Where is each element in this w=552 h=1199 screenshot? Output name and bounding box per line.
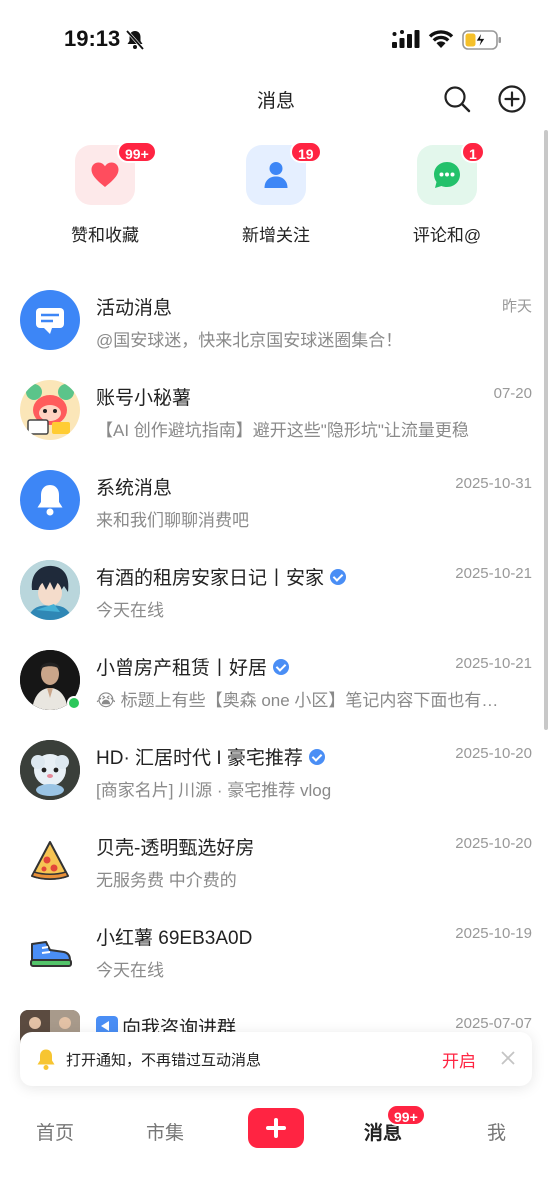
list-item[interactable]: 系统消息 2025-10-31 来和我们聊聊消费吧 [0,470,552,560]
messages-tab-badge: 99+ [386,1104,426,1126]
tab-market[interactable]: 市集 [146,1118,184,1145]
message-name-text: 小曾房产租赁丨好居 [96,658,268,679]
message-time: 2025-10-31 [455,475,532,492]
message-name: 小红薯 69EB3A0D [96,928,253,949]
bell-off-icon [125,30,145,50]
wifi-icon [428,30,454,48]
message-preview: 今天在线 [96,601,164,620]
message-preview: 无服务费 中介费的 [96,871,237,890]
message-time: 2025-10-20 [455,835,532,852]
list-item[interactable]: 有酒的租房安家日记丨安家 2025-10-21 今天在线 [0,560,552,650]
message-name: 贝壳-透明甄选好房 [96,838,255,859]
message-time: 2025-10-20 [455,745,532,762]
likes-and-favorites-button[interactable]: 99+ 赞和收藏 [40,141,170,255]
message-time: 2025-10-21 [455,655,532,672]
likes-label: 赞和收藏 [71,226,139,245]
online-status-dot [67,696,81,710]
message-name: 有酒的租房安家日记丨安家 [96,563,347,590]
comments-badge: 1 [461,141,485,163]
verified-icon [308,749,325,765]
bell-icon [37,1049,55,1070]
message-time: 2025-07-07 [455,1015,532,1032]
mascot-avatar [20,380,80,440]
message-name: 账号小秘薯 [96,388,192,409]
tab-me[interactable]: 我 [487,1118,506,1145]
verified-icon [330,569,347,585]
header: 消息 [0,80,552,120]
message-name: 小曾房产租赁丨好居 [96,653,290,680]
person-icon [264,162,288,188]
message-time: 昨天 [501,298,532,315]
list-item[interactable]: HD· 汇居时代 I 豪宅推荐 2025-10-20 [商家名片] 川源 · 豪… [0,740,552,830]
fluffy-pet-avatar [20,740,80,800]
signal-icon [392,30,420,48]
list-item[interactable]: 账号小秘薯 07-20 【AI 创作避坑指南】避开这些"隐形坑"让流量更稳 [0,380,552,470]
message-preview-text: 标题上有些【奥森 one 小区】笔记内容下面也有… [120,691,499,710]
message-time: 07-20 [493,385,532,402]
message-preview: 来和我们聊聊消费吧 [96,511,249,530]
battery-charging-icon [462,30,501,50]
crying-emoji-icon: 😭 [96,691,116,710]
comments-and-mentions-button[interactable]: 1 评论和@ [382,141,512,255]
likes-badge: 99+ [117,141,157,163]
system-avatar [20,470,80,530]
message-name-text: 有酒的租房安家日记丨安家 [96,568,325,589]
message-time: 2025-10-21 [455,565,532,582]
message-name: 系统消息 [96,478,173,499]
message-name-text: HD· 汇居时代 I 豪宅推荐 [96,748,303,769]
followers-label: 新增关注 [242,226,310,245]
message-preview: 【AI 创作避坑指南】避开这些"隐形坑"让流量更稳 [96,421,469,440]
list-item[interactable]: 贝壳-透明甄选好房 2025-10-20 无服务费 中介费的 [0,830,552,920]
status-time: 19:13 [64,26,121,51]
activity-avatar [20,290,80,350]
message-time: 2025-10-19 [455,925,532,942]
megaphone-icon [36,308,64,334]
comments-label: 评论和@ [412,226,482,245]
anime-avatar [20,560,80,620]
mascot-icon [26,384,74,435]
bottom-tab-bar: 首页 市集 消息 99+ 我 [0,1100,552,1199]
bell-icon [37,485,63,516]
verified-icon [273,659,290,675]
heart-icon [91,162,119,187]
message-preview: 今天在线 [96,961,164,980]
followers-badge: 19 [290,141,322,163]
new-followers-button[interactable]: 19 新增关注 [211,141,341,255]
message-name: HD· 汇居时代 I 豪宅推荐 [96,743,325,770]
enable-notification-banner: 打开通知，不再错过互动消息 开启 [20,1032,532,1086]
enable-notification-button[interactable]: 开启 [442,1047,476,1072]
sneaker-avatar [20,920,80,980]
add-circle-icon[interactable] [497,84,527,114]
message-preview: [商家名片] 川源 · 豪宅推荐 vlog [96,781,332,800]
search-icon[interactable] [442,84,472,114]
anime-portrait-icon [20,560,80,620]
close-icon[interactable] [498,1048,518,1068]
list-item[interactable]: 小曾房产租赁丨好居 2025-10-21 😭 标题上有些【奥森 one 小区】笔… [0,650,552,740]
message-preview: @国安球迷，快来北京国安球迷圈集合！ [96,331,403,350]
tab-home[interactable]: 首页 [36,1118,74,1145]
pizza-avatar [20,830,80,890]
notification-text: 打开通知，不再错过互动消息 [66,1052,262,1069]
list-item[interactable]: 小红薯 69EB3A0D 2025-10-19 今天在线 [0,920,552,1010]
fluffy-pet-icon [20,740,80,800]
chat-bubble-icon [434,162,460,188]
pizza-icon [30,841,70,880]
message-preview: 😭 标题上有些【奥森 one 小区】笔记内容下面也有… [96,686,536,711]
list-item[interactable]: 活动消息 昨天 @国安球迷，快来北京国安球迷圈集合！ [0,290,552,380]
sneaker-icon [30,941,72,967]
message-name: 活动消息 [96,298,173,319]
post-button[interactable] [248,1108,304,1148]
status-bar: 19:13 [0,0,552,80]
